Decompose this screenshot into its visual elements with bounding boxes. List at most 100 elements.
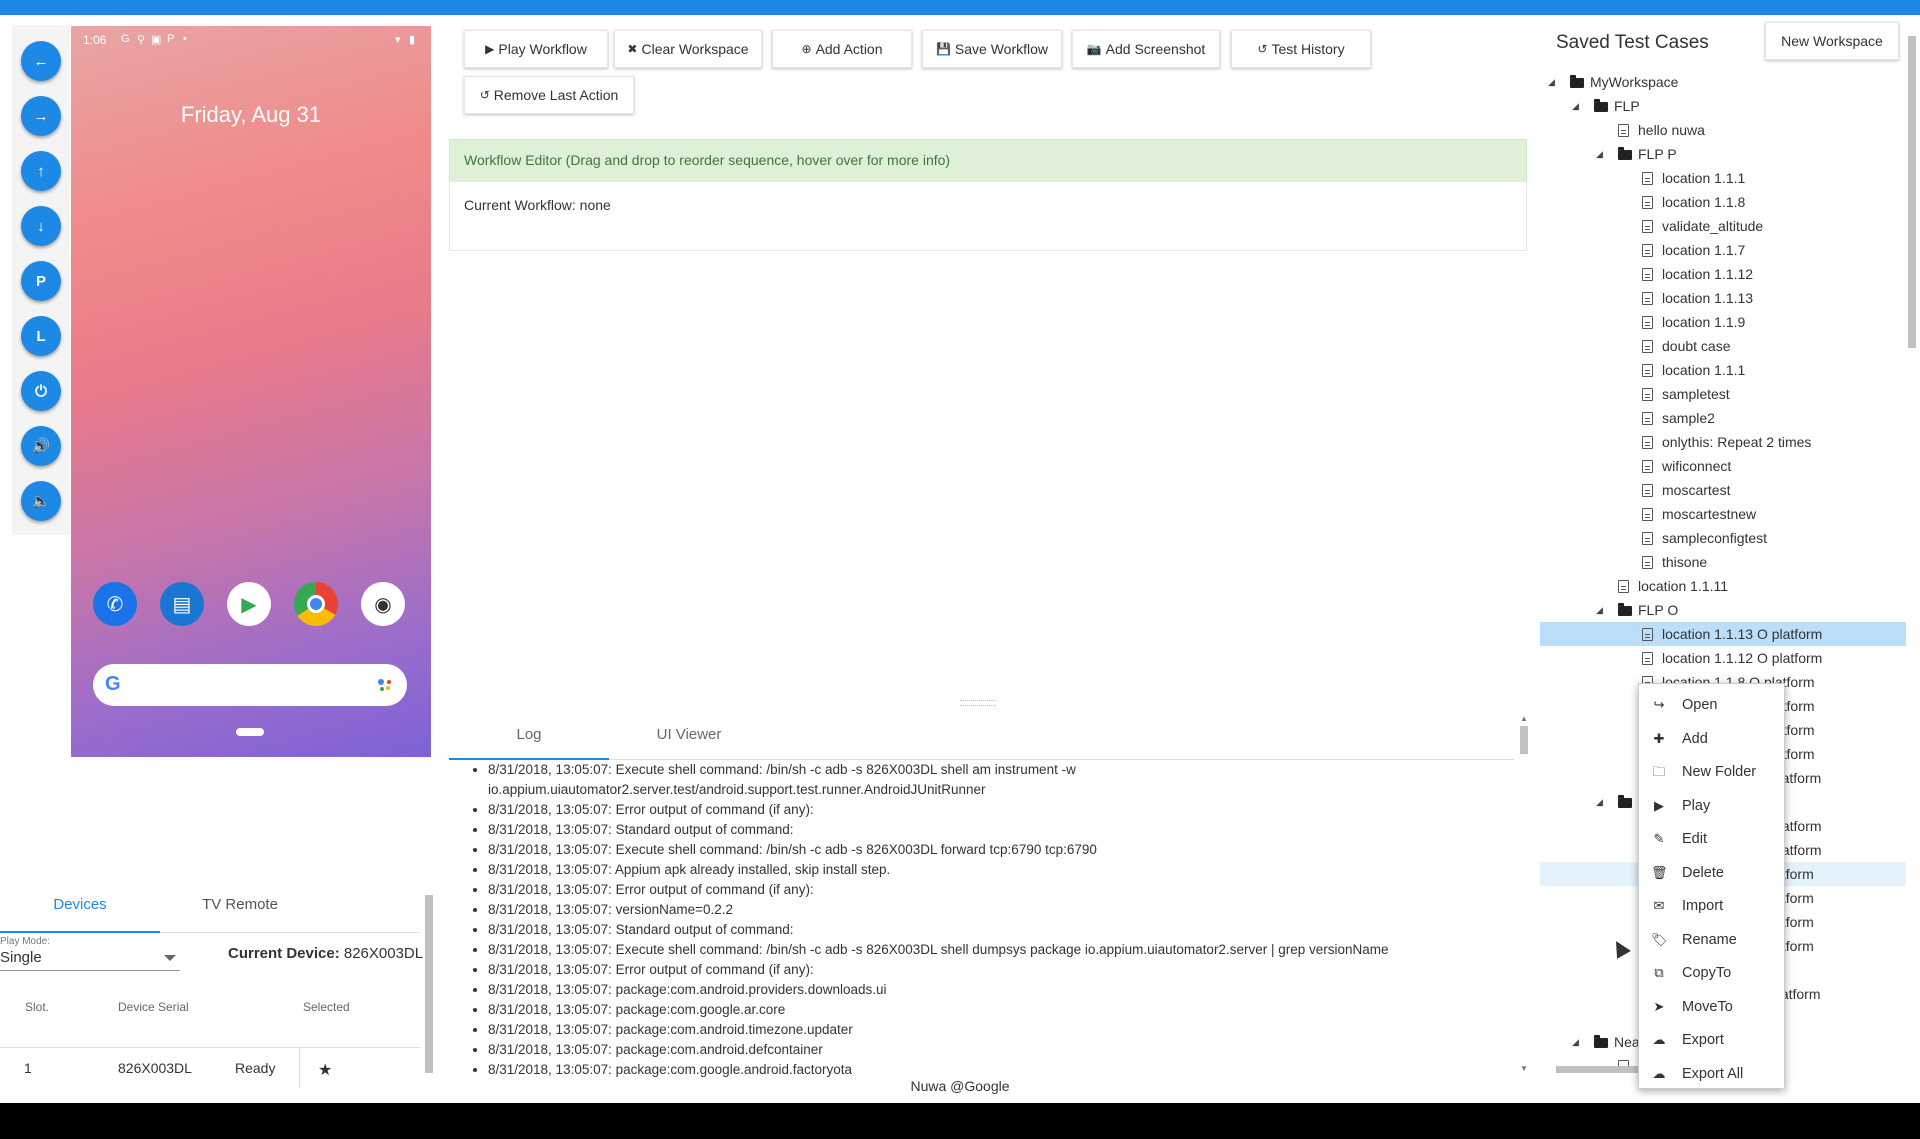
down-button[interactable]: ↓ — [21, 206, 61, 246]
log-scrollbar[interactable]: ▲ ▼ — [1518, 714, 1530, 1076]
l-button[interactable]: L — [21, 316, 61, 356]
wifi-icon: ▾ — [395, 34, 401, 46]
scroll-up-icon[interactable]: ▲ — [1520, 714, 1528, 723]
row-status: Ready — [235, 1060, 276, 1076]
play-mode-select[interactable]: Single — [0, 949, 180, 971]
camera-app-icon[interactable]: ◉ — [361, 582, 405, 626]
tree-item[interactable]: onlythis: Repeat 2 times — [1540, 430, 1906, 454]
tree-item[interactable]: wificonnect — [1540, 454, 1906, 478]
tab-devices[interactable]: Devices — [0, 877, 160, 933]
expand-arrow-icon[interactable]: ◢ — [1596, 598, 1603, 622]
file-icon — [1642, 238, 1653, 265]
add-icon: ✚ — [1653, 730, 1665, 746]
tree-item[interactable]: doubt case — [1540, 334, 1906, 358]
panel-resize-handle[interactable] — [960, 700, 996, 706]
log-entry: 8/31/2018, 13:05:07: versionName=0.2.2 — [488, 900, 1514, 920]
scroll-down-icon[interactable]: ▼ — [1520, 1064, 1528, 1073]
tab-log[interactable]: Log — [449, 712, 609, 760]
new-workspace-button[interactable]: New Workspace — [1765, 22, 1899, 60]
notification-icon: ⚲ — [137, 34, 146, 46]
messages-app-icon[interactable]: ▤ — [160, 582, 204, 626]
expand-arrow-icon[interactable]: ◢ — [1596, 790, 1603, 814]
tree-item[interactable]: moscartestnew — [1540, 502, 1906, 526]
menu-item-new-folder[interactable]: 🗀 New Folder — [1639, 755, 1786, 789]
tree-item-label: moscartest — [1662, 482, 1731, 498]
tree-item[interactable]: location 1.1.13 O platform — [1540, 622, 1906, 646]
tree-folder[interactable]: ◢ MyWorkspace — [1540, 70, 1906, 94]
tab-tv-remote[interactable]: TV Remote — [160, 877, 320, 933]
tree-item[interactable]: validate_altitude — [1540, 214, 1906, 238]
p-button[interactable]: P — [21, 261, 61, 301]
clear-workspace-button[interactable]: ✖ Clear Workspace — [614, 30, 762, 68]
expand-arrow-icon[interactable]: ◢ — [1548, 70, 1555, 94]
menu-item-import[interactable]: ✉ Import — [1639, 889, 1786, 923]
star-icon[interactable]: ★ — [318, 1060, 332, 1080]
forward-button[interactable]: → — [21, 96, 61, 136]
tree-folder[interactable]: ◢ FLP — [1540, 94, 1906, 118]
folder-icon — [1570, 70, 1584, 96]
tree-item[interactable]: moscartest — [1540, 478, 1906, 502]
menu-item-copyto[interactable]: ⧉ CopyTo — [1639, 956, 1786, 990]
tree-item[interactable]: location 1.1.12 O platform — [1540, 646, 1906, 670]
volume-up-button[interactable]: 🔊 — [21, 426, 61, 466]
workflow-editor-body[interactable]: Current Workflow: none — [449, 181, 1527, 251]
play-mode-value: Single — [0, 949, 42, 966]
tree-item[interactable]: location 1.1.9 — [1540, 310, 1906, 334]
tree-scrollbar[interactable] — [1906, 22, 1918, 1062]
menu-item-label: Export — [1682, 1032, 1724, 1048]
tree-item[interactable]: sample2 — [1540, 406, 1906, 430]
tree-item[interactable]: location 1.1.13 — [1540, 286, 1906, 310]
phone-app-icon[interactable]: ✆ — [93, 582, 137, 626]
play-store-icon[interactable]: ▶ — [227, 582, 271, 626]
menu-item-open[interactable]: ↪ Open — [1639, 688, 1786, 722]
menu-item-rename[interactable]: 🏷 Rename — [1639, 923, 1786, 957]
add-action-button[interactable]: ⊕ Add Action — [772, 30, 912, 68]
save-workflow-button[interactable]: 💾 Save Workflow — [922, 30, 1062, 68]
tree-item[interactable]: location 1.1.12 — [1540, 262, 1906, 286]
up-button[interactable]: ↑ — [21, 151, 61, 191]
test-history-button[interactable]: ↺ Test History — [1231, 30, 1371, 68]
tab-ui-viewer[interactable]: UI Viewer — [609, 712, 769, 760]
tree-item-label: location 1.1.13 O platform — [1662, 626, 1823, 642]
expand-arrow-icon[interactable]: ◢ — [1596, 142, 1603, 166]
expand-arrow-icon[interactable]: ◢ — [1572, 94, 1579, 118]
folder-icon — [1618, 598, 1632, 624]
tree-item[interactable]: sampletest — [1540, 382, 1906, 406]
menu-item-play[interactable]: ▶ Play — [1639, 789, 1786, 823]
menu-item-edit[interactable]: ✎ Edit — [1639, 822, 1786, 856]
home-handle[interactable] — [236, 728, 264, 736]
tree-folder[interactable]: ◢ FLP P — [1540, 142, 1906, 166]
devices-scrollbar[interactable] — [424, 883, 434, 1093]
tree-item[interactable]: hello nuwa — [1540, 118, 1906, 142]
chrome-icon[interactable] — [294, 582, 338, 626]
log-entry: 8/31/2018, 13:05:07: Error output of com… — [488, 880, 1514, 900]
tree-item[interactable]: thisone — [1540, 550, 1906, 574]
p-icon: P — [167, 33, 175, 45]
remove-last-action-button[interactable]: ↺ Remove Last Action — [464, 76, 634, 114]
add-screenshot-button[interactable]: 📷 Add Screenshot — [1072, 30, 1220, 68]
tree-item[interactable]: location 1.1.8 — [1540, 190, 1906, 214]
menu-item-label: Rename — [1682, 931, 1737, 948]
tree-item-label: location 1.1.8 — [1662, 194, 1746, 210]
power-button[interactable]: ⏻ — [21, 371, 61, 411]
tree-item[interactable]: sampleconfigtest — [1540, 526, 1906, 550]
google-search-bar[interactable]: G — [93, 664, 407, 706]
tree-folder[interactable]: ◢ FLP O — [1540, 598, 1906, 622]
device-screen[interactable]: 1:06 G ⚲ ▣ P • ▾ ▮ Friday, Aug 31 ✆ ▤ ▶ … — [71, 26, 431, 757]
menu-item-export[interactable]: ☁ Export — [1639, 1023, 1786, 1057]
log-output: 8/31/2018, 13:05:07: Execute shell comma… — [449, 760, 1514, 1078]
file-icon — [1642, 550, 1653, 577]
tree-item[interactable]: location 1.1.11 — [1540, 574, 1906, 598]
tree-item[interactable]: location 1.1.1 — [1540, 358, 1906, 382]
back-button[interactable]: ← — [21, 41, 61, 81]
expand-arrow-icon[interactable]: ◢ — [1572, 1030, 1579, 1054]
camera-icon: 📷 — [1086, 42, 1102, 56]
play-workflow-button[interactable]: ▶ Play Workflow — [464, 30, 608, 68]
tree-item[interactable]: location 1.1.1 — [1540, 166, 1906, 190]
tree-item-label: wificonnect — [1662, 458, 1732, 474]
volume-down-button[interactable]: 🔈 — [21, 481, 61, 521]
menu-item-moveto[interactable]: ➤ MoveTo — [1639, 990, 1786, 1024]
menu-item-delete[interactable]: 🗑 Delete — [1639, 856, 1786, 890]
menu-item-add[interactable]: ✚ Add — [1639, 722, 1786, 756]
tree-item[interactable]: location 1.1.7 — [1540, 238, 1906, 262]
